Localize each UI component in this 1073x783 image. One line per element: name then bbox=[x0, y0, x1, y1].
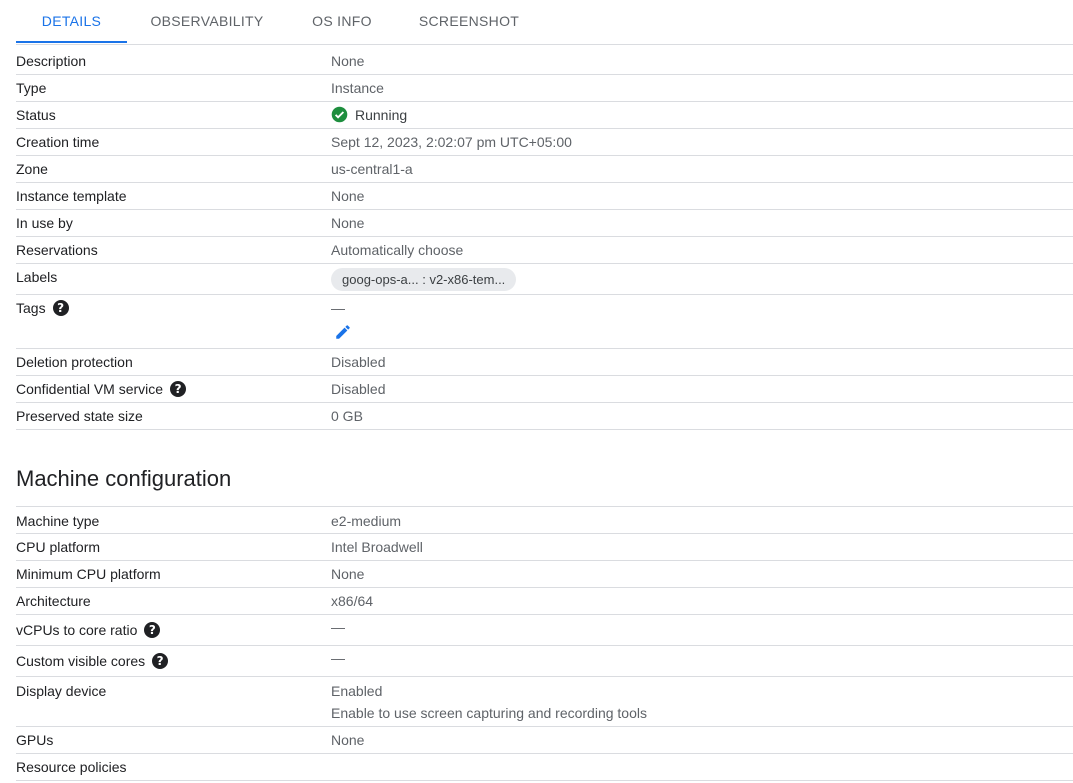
vcpus-ratio-label-wrap: vCPUs to core ratio ? bbox=[16, 622, 161, 638]
vcpus-ratio-label: vCPUs to core ratio bbox=[16, 622, 138, 638]
creation-time-label: Creation time bbox=[16, 134, 100, 150]
status-label: Status bbox=[16, 107, 56, 123]
help-icon[interactable]: ? bbox=[144, 622, 161, 638]
gpus-value: None bbox=[331, 732, 365, 748]
row-resource-policies: Resource policies bbox=[16, 753, 1073, 781]
row-confidential-vm: Confidential VM service ? Disabled bbox=[16, 375, 1073, 403]
preserved-state-size-label: Preserved state size bbox=[16, 408, 143, 424]
vcpus-ratio-value: — bbox=[331, 619, 345, 635]
type-value: Instance bbox=[331, 80, 384, 96]
row-in-use-by: In use by None bbox=[16, 209, 1073, 237]
architecture-label: Architecture bbox=[16, 593, 91, 609]
row-preserved-state-size: Preserved state size 0 GB bbox=[16, 402, 1073, 430]
instance-template-value: None bbox=[331, 188, 365, 204]
row-instance-template: Instance template None bbox=[16, 182, 1073, 210]
tags-value: — bbox=[331, 300, 345, 316]
custom-cores-value: — bbox=[331, 650, 345, 666]
type-label: Type bbox=[16, 80, 47, 96]
label-chip[interactable]: goog-ops-a... : v2-x86-tem... bbox=[331, 268, 517, 291]
min-cpu-platform-label: Minimum CPU platform bbox=[16, 566, 161, 582]
help-icon[interactable]: ? bbox=[152, 653, 169, 669]
in-use-by-label: In use by bbox=[16, 215, 73, 231]
gpus-label: GPUs bbox=[16, 732, 54, 748]
status-text: Running bbox=[355, 106, 408, 123]
row-display-device: Display device Enabled Enable to use scr… bbox=[16, 676, 1073, 727]
help-icon[interactable]: ? bbox=[52, 300, 69, 316]
confidential-vm-label: Confidential VM service bbox=[16, 381, 164, 397]
row-status: Status Running bbox=[16, 101, 1073, 129]
reservations-label: Reservations bbox=[16, 242, 98, 258]
resource-policies-label: Resource policies bbox=[16, 759, 127, 775]
deletion-protection-label: Deletion protection bbox=[16, 354, 133, 370]
description-label: Description bbox=[16, 53, 87, 69]
check-circle-icon bbox=[331, 106, 348, 123]
labels-label: Labels bbox=[16, 269, 58, 285]
confidential-vm-value: Disabled bbox=[331, 381, 386, 397]
row-vcpus-ratio: vCPUs to core ratio ? — bbox=[16, 614, 1073, 646]
row-creation-time: Creation time Sept 12, 2023, 2:02:07 pm … bbox=[16, 128, 1073, 156]
row-min-cpu-platform: Minimum CPU platform None bbox=[16, 560, 1073, 588]
row-cpu-platform: CPU platform Intel Broadwell bbox=[16, 533, 1073, 561]
zone-label: Zone bbox=[16, 161, 48, 177]
row-reservations: Reservations Automatically choose bbox=[16, 236, 1073, 264]
reservations-value: Automatically choose bbox=[331, 242, 464, 258]
confidential-vm-label-wrap: Confidential VM service ? bbox=[16, 381, 187, 397]
row-type: Type Instance bbox=[16, 74, 1073, 102]
zone-value: us-central1-a bbox=[331, 161, 413, 177]
tags-label: Tags bbox=[16, 300, 46, 316]
row-labels: Labels goog-ops-a... : v2-x86-tem... bbox=[16, 263, 1073, 295]
tab-observability[interactable]: OBSERVABILITY bbox=[143, 0, 271, 43]
tags-label-wrap: Tags ? bbox=[16, 300, 69, 316]
display-device-value: Enabled bbox=[331, 683, 383, 699]
machine-type-value: e2-medium bbox=[331, 513, 402, 529]
tab-os-info[interactable]: OS INFO bbox=[303, 0, 381, 43]
instance-template-label: Instance template bbox=[16, 188, 127, 204]
preserved-state-size-value: 0 GB bbox=[331, 408, 363, 424]
row-gpus: GPUs None bbox=[16, 726, 1073, 754]
help-icon[interactable]: ? bbox=[170, 381, 187, 397]
min-cpu-platform-value: None bbox=[331, 566, 365, 582]
display-device-hint: Enable to use screen capturing and recor… bbox=[331, 705, 647, 721]
cpu-platform-value: Intel Broadwell bbox=[331, 539, 423, 555]
deletion-protection-value: Disabled bbox=[331, 354, 386, 370]
row-description: Description None bbox=[16, 47, 1073, 75]
section-title-machine-configuration: Machine configuration bbox=[16, 466, 232, 491]
architecture-value: x86/64 bbox=[331, 593, 374, 609]
tab-details[interactable]: DETAILS bbox=[16, 0, 127, 43]
cpu-platform-label: CPU platform bbox=[16, 539, 101, 555]
row-machine-type: Machine type e2-medium bbox=[16, 506, 1073, 534]
row-deletion-protection: Deletion protection Disabled bbox=[16, 348, 1073, 376]
description-value: None bbox=[331, 53, 365, 69]
row-custom-cores: Custom visible cores ? — bbox=[16, 645, 1073, 677]
pencil-icon[interactable] bbox=[334, 323, 352, 341]
row-architecture: Architecture x86/64 bbox=[16, 587, 1073, 615]
tab-bar: DETAILS OBSERVABILITY OS INFO SCREENSHOT bbox=[16, 0, 1073, 45]
row-tags: Tags ? — bbox=[16, 294, 1073, 349]
tab-screenshot[interactable]: SCREENSHOT bbox=[413, 0, 525, 43]
status-value: Running bbox=[331, 106, 407, 123]
machine-type-label: Machine type bbox=[16, 513, 100, 529]
in-use-by-value: None bbox=[331, 215, 365, 231]
row-zone: Zone us-central1-a bbox=[16, 155, 1073, 183]
custom-cores-label-wrap: Custom visible cores ? bbox=[16, 653, 169, 669]
custom-cores-label: Custom visible cores bbox=[16, 653, 146, 669]
creation-time-value: Sept 12, 2023, 2:02:07 pm UTC+05:00 bbox=[331, 134, 572, 150]
display-device-label: Display device bbox=[16, 683, 107, 699]
